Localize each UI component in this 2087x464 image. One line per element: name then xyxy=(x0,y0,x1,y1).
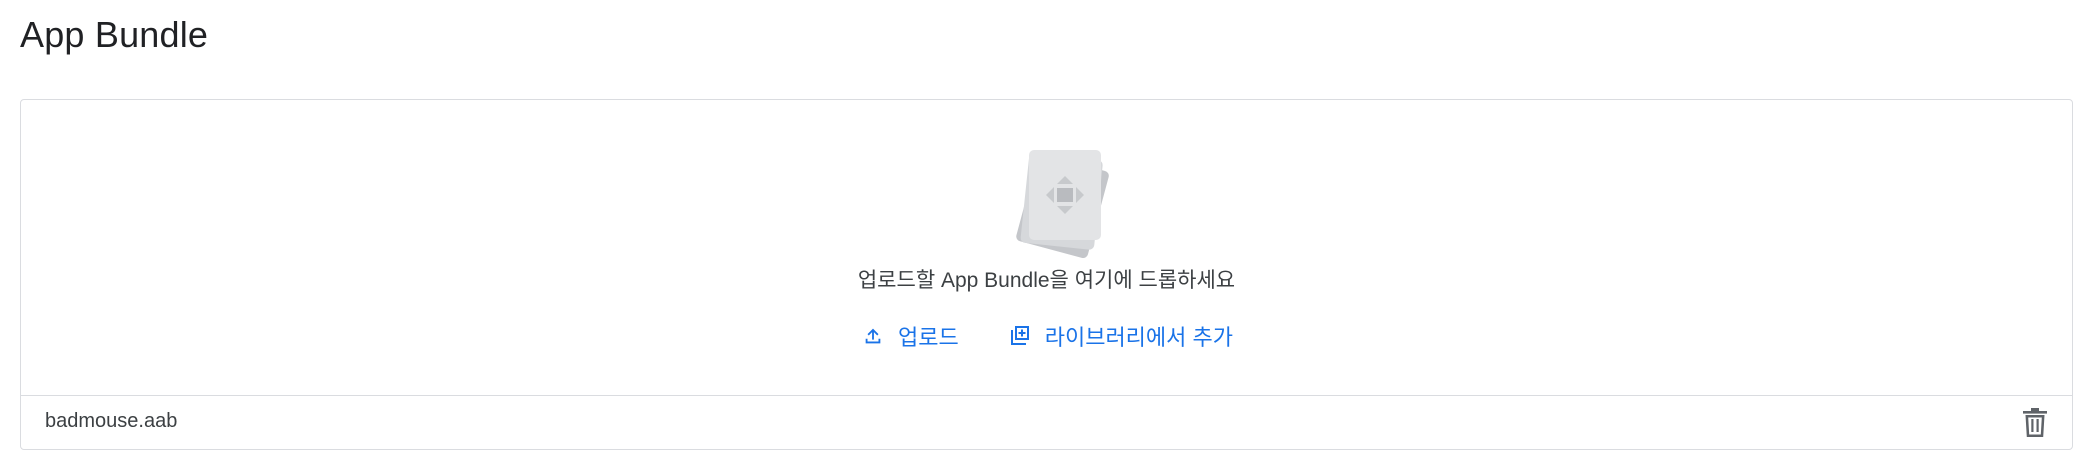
app-bundle-page: App Bundle 업로드할 App Bundle을 여기에 드롭하세요 업로… xyxy=(0,0,2087,464)
upload-button-label: 업로드 xyxy=(897,325,959,350)
app-bundle-card: 업로드할 App Bundle을 여기에 드롭하세요 업로드 라이브러리에서 추… xyxy=(20,99,2073,450)
file-row: badmouse.aab xyxy=(21,396,2072,450)
upload-button[interactable]: 업로드 xyxy=(854,316,965,356)
section-title: App Bundle xyxy=(20,14,209,55)
delete-file-button[interactable] xyxy=(2018,406,2052,440)
trash-icon xyxy=(2023,408,2047,437)
library-add-icon xyxy=(1007,323,1033,349)
add-from-library-button[interactable]: 라이브러리에서 추가 xyxy=(1001,316,1239,356)
upload-icon xyxy=(860,323,886,349)
dropzone[interactable]: 업로드할 App Bundle을 여기에 드롭하세요 업로드 라이브러리에서 추… xyxy=(21,100,2072,395)
add-from-library-label: 라이브러리에서 추가 xyxy=(1044,325,1233,350)
dropzone-actions: 업로드 라이브러리에서 추가 xyxy=(21,316,2072,356)
drop-prompt: 업로드할 App Bundle을 여기에 드롭하세요 xyxy=(857,269,1236,292)
app-bundle-stack-icon xyxy=(1016,150,1109,258)
file-name: badmouse.aab xyxy=(45,410,178,432)
